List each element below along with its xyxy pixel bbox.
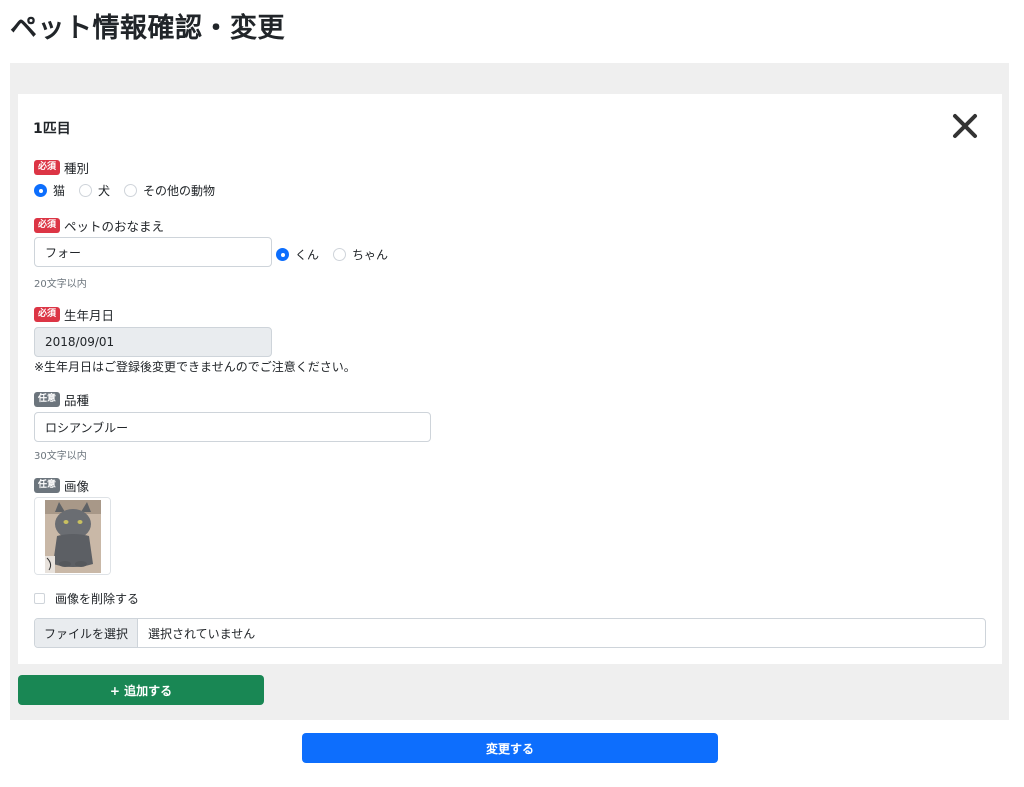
species-option-other[interactable]: その他の動物 [124,182,215,199]
pet-card [18,94,1002,664]
choose-file-button[interactable]: ファイルを選択 [35,619,139,647]
optional-badge: 任意 [34,392,61,407]
honorific-option-kun[interactable]: くん [276,246,319,263]
delete-image-label: 画像を削除する [55,592,140,606]
birthday-input: 2018/09/01 [34,327,272,357]
honorific-radio-group: くん ちゃん [276,246,402,263]
cat-photo [35,498,110,574]
species-label: 必須 種別 [34,158,89,177]
breed-input[interactable]: ロシアンブルー [34,412,431,442]
pet-name-label: 必須 ペットのおなまえ [34,216,164,235]
required-badge: 必須 [34,218,61,233]
file-input[interactable]: ファイルを選択 選択されていません [34,618,986,648]
radio-icon [276,248,289,261]
birthday-label: 必須 生年月日 [34,305,114,324]
honorific-option-chan[interactable]: ちゃん [333,246,388,263]
pet-photo-thumbnail [34,497,111,575]
page-title: ペット情報確認・変更 [10,13,285,44]
required-badge: 必須 [34,307,61,322]
pet-name-input[interactable]: フォー [34,237,272,267]
image-label: 任意 画像 [34,476,89,495]
radio-icon [124,184,138,197]
file-status: 選択されていません [148,626,256,641]
optional-badge: 任意 [34,478,61,493]
close-icon[interactable] [949,110,981,142]
submit-button[interactable]: 変更する [302,733,718,763]
birthday-note: ※生年月日はご登録後変更できませんのでご注意ください。 [34,360,356,374]
pet-name-hint: 20文字以内 [34,279,87,290]
species-option-dog[interactable]: 犬 [79,182,110,199]
pet-heading: 1匹目 [33,121,71,137]
delete-image-checkbox[interactable] [34,593,45,604]
breed-hint: 30文字以内 [34,451,87,462]
radio-icon [333,248,347,261]
radio-icon [34,184,47,197]
radio-icon [79,184,93,197]
required-badge: 必須 [34,160,61,175]
species-radio-group: 猫 犬 その他の動物 [34,182,229,199]
breed-label: 任意 品種 [34,390,89,409]
delete-image-row: 画像を削除する [34,590,139,607]
add-pet-button[interactable]: + 追加する [18,675,264,705]
species-option-cat[interactable]: 猫 [34,182,65,199]
